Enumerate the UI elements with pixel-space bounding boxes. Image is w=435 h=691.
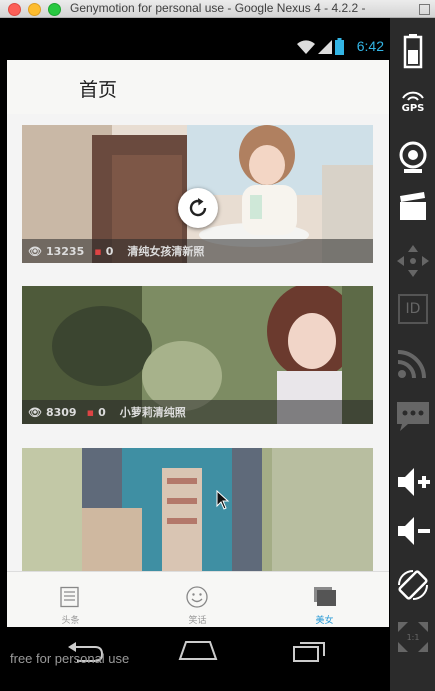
svg-text:1:1: 1:1 (407, 633, 420, 642)
page-title: 首页 (79, 79, 118, 101)
dpad-icon[interactable] (394, 242, 432, 280)
refresh-spinner (178, 188, 218, 228)
refresh-icon (189, 198, 207, 217)
eye-icon: 👁 (28, 244, 42, 258)
wifi-icon (297, 40, 315, 54)
tab-jokes[interactable]: 笑话 (134, 572, 261, 627)
rotate-icon[interactable] (394, 566, 432, 604)
card-meta: 👁 13235 ▪ 0 清纯女孩清新照 (22, 239, 373, 263)
comment-count: 0 (98, 405, 106, 419)
home-icon[interactable] (178, 639, 218, 661)
tab-label: 美女 (315, 616, 334, 626)
recent-apps-icon[interactable] (292, 640, 328, 662)
zoom-window-button[interactable] (48, 3, 61, 16)
window-title: Genymotion for personal use - Google Nex… (70, 1, 366, 15)
card-caption: 小萝莉清纯照 (119, 406, 186, 419)
window-titlebar: Genymotion for personal use - Google Nex… (0, 0, 435, 18)
bottom-navigation: 头条 笑话 美女 (7, 571, 389, 627)
status-clock: 6:42 (356, 38, 384, 54)
comment-icon: ▪ (86, 405, 95, 419)
gps-button[interactable]: GPS (394, 88, 432, 126)
view-count: 13235 (45, 244, 85, 258)
pixel-perfect-icon[interactable]: 1:1 (394, 618, 432, 656)
battery-icon (335, 38, 344, 55)
newspaper-icon (60, 586, 79, 608)
battery-widget-icon[interactable] (394, 32, 432, 70)
gps-icon (402, 91, 424, 101)
image-card[interactable]: 👁 8309 ▪ 0 小萝莉清纯照 (22, 286, 373, 424)
gps-label: GPS (401, 103, 425, 114)
minimize-window-button[interactable] (28, 3, 41, 16)
mouse-cursor-icon (216, 490, 230, 510)
card-photo (22, 448, 373, 586)
signal-icon (318, 40, 332, 54)
app-bar: 首页 (7, 60, 389, 114)
emulator-sidebar: GPS ID 1:1 (390, 18, 435, 691)
smiley-icon (186, 586, 208, 608)
gallery-icon (314, 587, 336, 606)
volume-down-icon[interactable] (394, 512, 432, 550)
comment-count: 0 (105, 244, 114, 258)
webcam-icon[interactable] (394, 138, 432, 176)
fullscreen-button[interactable] (419, 4, 430, 15)
sms-icon[interactable] (394, 396, 432, 434)
tab-toutiao[interactable]: 头条 (7, 572, 134, 627)
image-card[interactable] (22, 448, 373, 586)
eye-icon: 👁 (28, 405, 42, 419)
id-label: ID (405, 301, 421, 317)
close-window-button[interactable] (8, 3, 21, 16)
tab-label: 头条 (61, 616, 80, 626)
tab-beauty[interactable]: 美女 (261, 572, 388, 627)
device-id-button[interactable]: ID (398, 294, 428, 324)
watermark-text: free for personal use (10, 651, 130, 666)
tab-label: 笑话 (188, 616, 207, 626)
volume-up-icon[interactable] (394, 463, 432, 501)
view-count: 8309 (45, 405, 77, 419)
comment-icon: ▪ (94, 244, 102, 258)
card-caption: 清纯女孩清新照 (127, 245, 205, 258)
rss-icon[interactable] (394, 344, 432, 382)
app-screen: 首页 👁 13235 ▪ 0 清纯女孩清新照 👁 8309 ▪ 0 小萝莉清纯照… (7, 60, 389, 627)
status-bar: 6:42 (0, 18, 390, 60)
card-meta: 👁 8309 ▪ 0 小萝莉清纯照 (22, 400, 373, 424)
capture-icon[interactable] (394, 188, 432, 226)
